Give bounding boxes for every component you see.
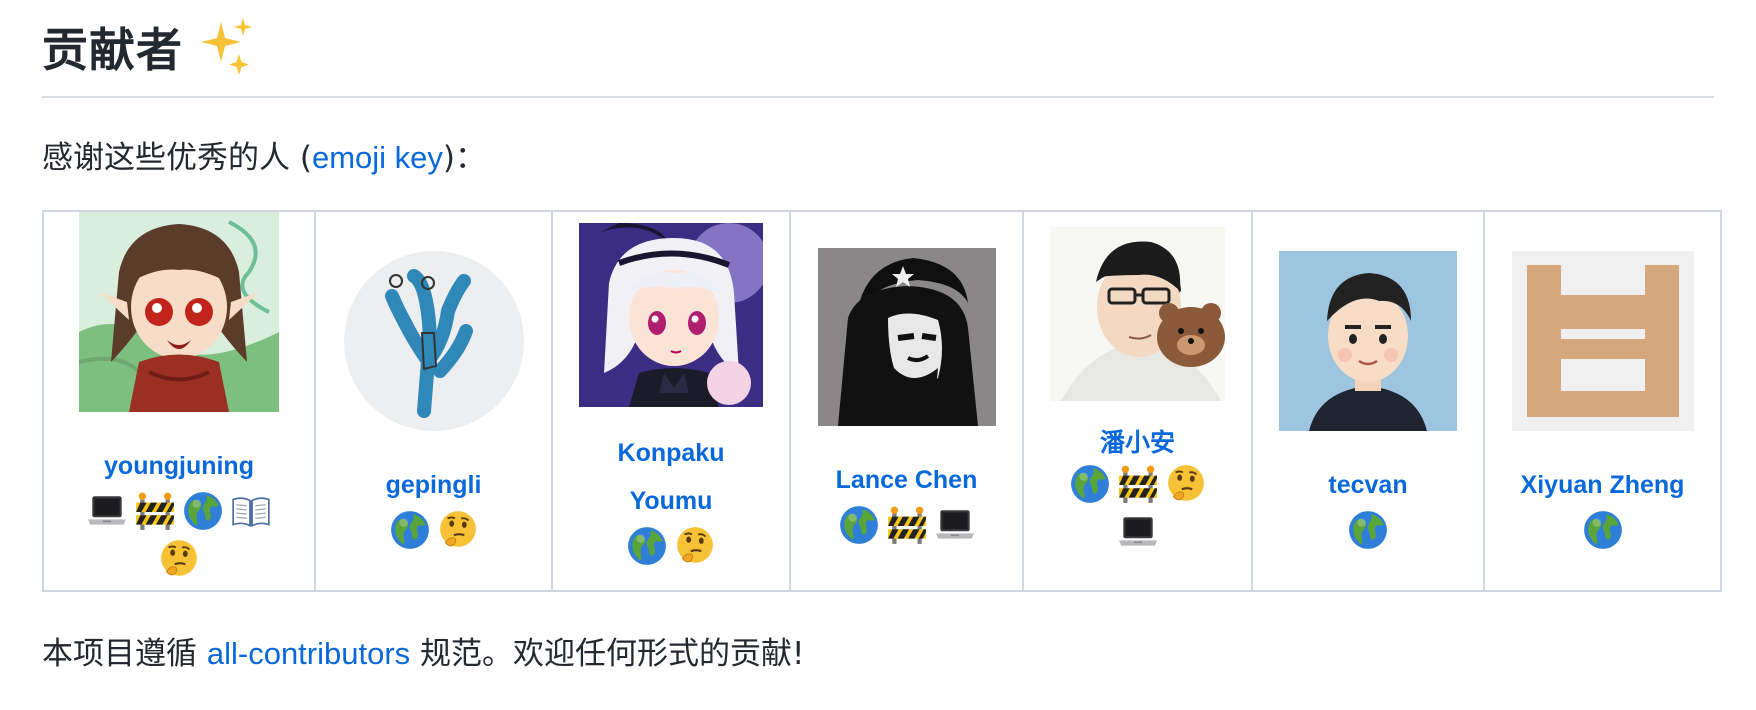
intro-suffix: )： (442, 140, 486, 176)
contributor-cell: Lance Chen (789, 210, 1024, 592)
laptop-icon (934, 504, 976, 546)
contributor-cell: gepingli (314, 210, 553, 592)
contribution-badges (1582, 509, 1624, 551)
thinking-icon (1165, 463, 1207, 505)
contribution-badges (838, 504, 976, 546)
avatar-youngjuning[interactable] (79, 212, 279, 412)
avatar-pan-xiaoan[interactable] (1050, 227, 1225, 401)
contributor-name-youngjuning[interactable]: youngjuning (104, 442, 254, 490)
contributor-cell: tecvan (1251, 210, 1485, 592)
construction-icon (1117, 463, 1159, 505)
avatar-lance-chen[interactable] (817, 248, 996, 426)
globe-icon (1347, 509, 1389, 551)
heading-divider (42, 96, 1714, 98)
contribution-badges (79, 490, 279, 580)
all-contributors-link[interactable]: all-contributors (207, 636, 410, 671)
footer-suffix: 规范。欢迎任何形式的贡献! (410, 636, 805, 672)
laptop-icon (86, 490, 128, 532)
contributor-name-xiyuan-zheng[interactable]: Xiyuan Zheng (1521, 461, 1685, 509)
construction-icon (886, 504, 928, 546)
intro-prefix: 感谢这些优秀的人 ( (42, 140, 312, 176)
contributor-name-pan-xiaoan[interactable]: 潘小安 (1100, 423, 1175, 463)
contributors-heading: 贡献者 (42, 14, 259, 80)
avatar-xiyuan-zheng[interactable] (1511, 251, 1694, 431)
globe-icon (838, 504, 880, 546)
laptop-icon (1117, 511, 1159, 553)
globe-icon (626, 525, 668, 567)
contributor-cell: 潘小安 (1022, 210, 1253, 592)
contributor-name-konpaku-line2[interactable]: Youmu (630, 477, 713, 525)
emoji-key-link[interactable]: emoji key (312, 140, 443, 175)
thinking-icon (674, 525, 716, 567)
avatar-gepingli[interactable] (343, 251, 524, 431)
globe-icon (1582, 509, 1624, 551)
footer-prefix: 本项目遵循 (42, 636, 207, 672)
avatar-tecvan[interactable] (1279, 251, 1457, 431)
contribution-badges (1063, 463, 1213, 553)
contributor-cell: Konpaku Youmu (551, 210, 791, 592)
contribution-badges (1347, 509, 1389, 551)
globe-icon (389, 509, 431, 551)
contributor-name-tecvan[interactable]: tecvan (1328, 461, 1407, 509)
avatar-konpaku-youmu[interactable] (579, 223, 763, 407)
globe-icon (1069, 463, 1111, 505)
contributor-cell: Xiyuan Zheng (1483, 210, 1722, 592)
contribution-badges (389, 509, 479, 551)
construction-icon (134, 490, 176, 532)
contributor-name-gepingli[interactable]: gepingli (386, 461, 482, 509)
contribution-badges (626, 525, 716, 567)
contributors-table: youngjuning gepingli Konpaku Youmu Lance… (42, 210, 1722, 592)
book-icon (230, 490, 272, 532)
contributor-name-lance-chen[interactable]: Lance Chen (836, 456, 978, 504)
contributor-name-konpaku-line1[interactable]: Konpaku (618, 429, 725, 477)
sparkles-icon (201, 18, 252, 75)
intro-text: 感谢这些优秀的人 (emoji key)： (42, 132, 486, 177)
thinking-icon (158, 538, 200, 580)
heading-title: 贡献者 (42, 23, 183, 77)
globe-icon (182, 490, 224, 532)
contributor-cell: youngjuning (42, 210, 316, 592)
footer-text: 本项目遵循 all-contributors 规范。欢迎任何形式的贡献! (42, 628, 804, 673)
readme-contributors-section: 贡献者 感谢这些优秀的人 (emoji key)： youngjuning ge… (0, 0, 1756, 710)
thinking-icon (437, 509, 479, 551)
